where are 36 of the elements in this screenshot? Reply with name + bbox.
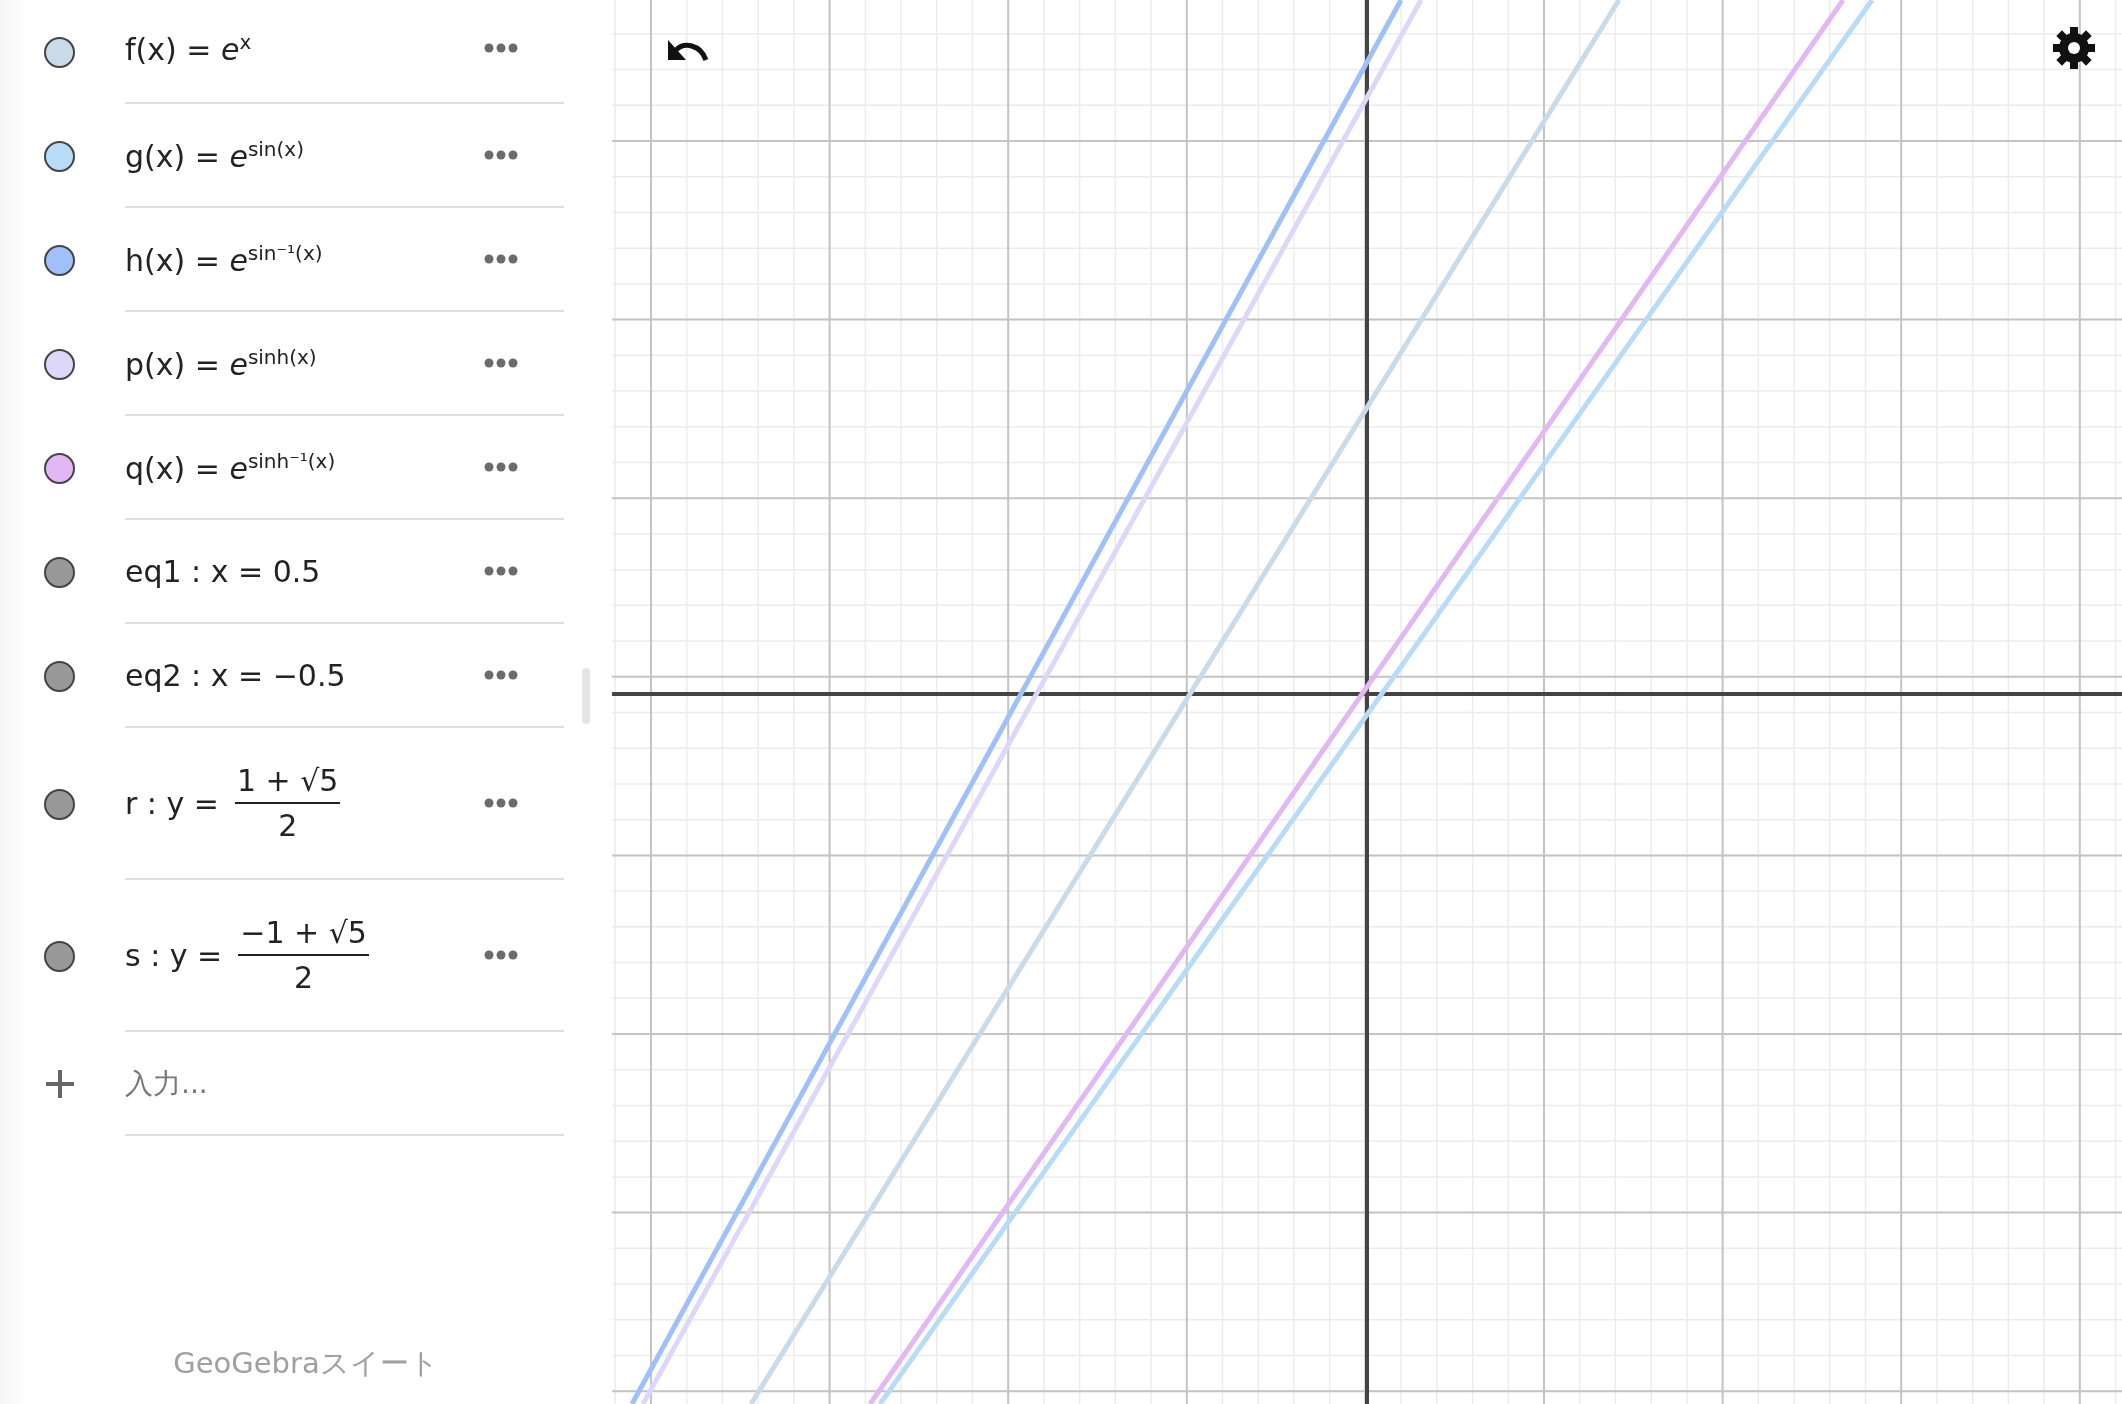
more-options-icon[interactable] <box>484 670 518 680</box>
plus-icon[interactable] <box>45 1069 75 1099</box>
more-options-icon[interactable] <box>484 798 518 808</box>
algebra-expression[interactable]: s : y = <box>125 937 223 973</box>
visibility-dot[interactable] <box>44 788 75 820</box>
visibility-dot[interactable] <box>44 452 75 484</box>
fraction-denominator: 2 <box>294 959 314 995</box>
visibility-dot[interactable] <box>44 660 75 692</box>
algebra-expression[interactable]: r : y = <box>125 785 219 821</box>
algebra-expression[interactable]: g(x) = e$^{sin(x)}$ <box>125 136 304 174</box>
settings-icon[interactable] <box>2052 26 2096 70</box>
algebra-expression[interactable]: p(x) = e$^{sinh(x)}$ <box>125 344 317 382</box>
more-options-icon[interactable] <box>484 150 518 160</box>
visibility-dot[interactable] <box>44 348 75 380</box>
more-options-icon[interactable] <box>484 950 518 960</box>
visibility-dot[interactable] <box>44 556 75 588</box>
algebra-expression[interactable]: eq2 : x = −0.5 <box>125 657 346 693</box>
more-options-icon[interactable] <box>484 358 518 368</box>
more-options-icon[interactable] <box>484 566 518 576</box>
visibility-dot[interactable] <box>44 36 75 68</box>
scrollbar[interactable] <box>582 668 590 724</box>
algebra-expression[interactable]: h(x) = e$^{sin⁻¹(x)}$ <box>125 240 323 278</box>
fraction-numerator: 1 + √5 <box>234 763 341 804</box>
fraction-denominator: 2 <box>278 807 298 843</box>
visibility-dot[interactable] <box>44 140 75 172</box>
input-field[interactable]: 入力... <box>125 1066 425 1100</box>
visibility-dot[interactable] <box>44 940 75 972</box>
algebra-expression[interactable]: f(x) = e$^{x}$ <box>125 29 252 67</box>
fraction-numerator: −1 + √5 <box>238 915 369 956</box>
algebra-expression[interactable]: eq1 : x = 0.5 <box>125 553 321 589</box>
algebra-expression[interactable]: q(x) = e$^{sinh⁻¹(x)}$ <box>125 448 336 486</box>
suite-footer-text: GeoGebraスイート <box>173 1345 439 1382</box>
more-options-icon[interactable] <box>484 462 518 472</box>
more-options-icon[interactable] <box>484 254 518 264</box>
more-options-icon[interactable] <box>484 43 518 53</box>
visibility-dot[interactable] <box>44 244 75 276</box>
